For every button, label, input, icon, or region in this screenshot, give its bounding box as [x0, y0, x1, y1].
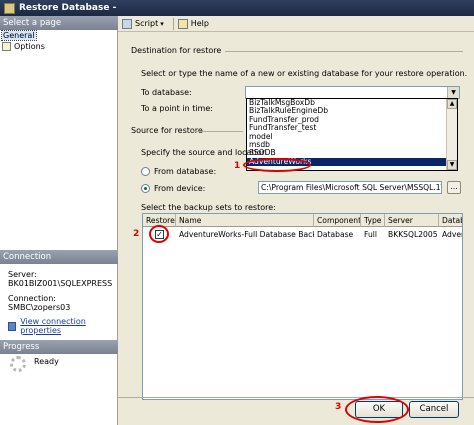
column-header-server[interactable]: Server — [385, 214, 439, 227]
column-header-database[interactable]: Database — [439, 214, 462, 227]
cell-database: Adventu — [442, 230, 462, 239]
script-icon — [122, 18, 132, 29]
backup-sets-label: Select the backup sets to restore: — [141, 203, 276, 212]
annotation-number-3: 3 — [335, 402, 342, 412]
browse-button[interactable]: ... — [447, 181, 461, 194]
script-button[interactable]: Script ▾ — [122, 18, 164, 29]
page-item-label: Options — [14, 42, 45, 51]
dropdown-scrollbar[interactable]: ▲ ▼ — [446, 99, 457, 170]
destination-instructions: Select or type the name of a new or exis… — [141, 69, 468, 78]
connection-value: SMBC\zopers03 — [8, 303, 71, 312]
device-path-field[interactable]: C:\Program Files\Microsoft SQL Server\MS… — [258, 181, 442, 194]
column-header-name[interactable]: Name — [176, 214, 314, 227]
connection-label: Connection: — [8, 294, 56, 303]
chevron-down-icon[interactable]: ▼ — [447, 87, 459, 98]
select-page-header: Select a page — [0, 16, 118, 30]
backup-sets-grid[interactable]: Restore Name Component Type Server Datab… — [142, 213, 463, 400]
progress-header: Progress — [0, 340, 118, 354]
column-header-type[interactable]: Type — [361, 214, 385, 227]
column-header-component[interactable]: Component — [314, 214, 361, 227]
left-pane: Select a page General Options Connection… — [0, 16, 118, 425]
properties-icon — [8, 321, 17, 331]
cancel-button[interactable]: Cancel — [409, 401, 459, 418]
page-icon — [2, 42, 11, 51]
toolbar-separator — [172, 17, 174, 30]
app-icon — [4, 2, 15, 14]
help-button[interactable]: Help — [177, 18, 209, 29]
to-database-label: To database: — [141, 88, 192, 97]
cell-type: Full — [364, 230, 377, 239]
server-label: Server: — [8, 270, 37, 279]
script-label: Script — [135, 19, 159, 28]
chevron-down-icon: ▾ — [160, 19, 164, 28]
annotation-number-2: 2 — [133, 229, 140, 239]
help-label: Help — [190, 19, 209, 28]
scroll-down-icon[interactable]: ▼ — [447, 160, 457, 170]
annotation-oval-1 — [243, 158, 311, 172]
toolbar: Script ▾ Help — [118, 16, 474, 32]
page-item-label: General — [1, 30, 37, 41]
grid-header: Restore Name Component Type Server Datab… — [143, 214, 462, 227]
from-database-label[interactable]: From database: — [154, 167, 216, 176]
dropdown-option[interactable]: FundTransfer_test — [247, 123, 457, 132]
source-group-rule — [193, 131, 243, 132]
destination-group-rule — [225, 51, 463, 52]
specify-source-label: Specify the source and location — [141, 148, 267, 157]
view-connection-properties-link[interactable]: View connection properties — [8, 317, 117, 335]
annotation-oval-3 — [345, 396, 409, 423]
title-bar: Restore Database - — [0, 0, 474, 16]
annotation-oval-2 — [149, 225, 169, 243]
destination-group-title: Destination for restore — [131, 46, 222, 55]
cell-component: Database — [317, 230, 354, 239]
from-device-radio[interactable] — [141, 184, 150, 193]
annotation-number-1: 1 — [234, 161, 241, 171]
page-item-options[interactable]: Options — [2, 41, 45, 52]
scroll-up-icon[interactable]: ▲ — [447, 99, 457, 109]
cell-server: BKKSQL2005 — [388, 230, 438, 239]
dropdown-option[interactable]: msdb — [247, 140, 457, 149]
dropdown-option[interactable]: model — [247, 132, 457, 141]
connection-header: Connection — [0, 250, 118, 264]
to-point-in-time-label: To a point in time: — [141, 104, 213, 113]
server-value: BK01BIZ001\SQLEXPRESS — [8, 279, 113, 288]
progress-spinner-icon — [10, 356, 26, 372]
cell-name: AdventureWorks-Full Database Backup — [179, 230, 314, 239]
restore-database-window: Restore Database - Select a page General… — [0, 0, 474, 425]
from-database-radio[interactable] — [141, 167, 150, 176]
page-item-general[interactable]: General — [1, 30, 37, 41]
window-title: Restore Database - — [19, 3, 117, 13]
footer-divider — [118, 397, 474, 398]
help-icon — [177, 18, 188, 29]
from-device-label[interactable]: From device: — [154, 184, 205, 193]
view-connection-properties-label: View connection properties — [20, 317, 86, 335]
progress-status: Ready — [34, 357, 59, 366]
